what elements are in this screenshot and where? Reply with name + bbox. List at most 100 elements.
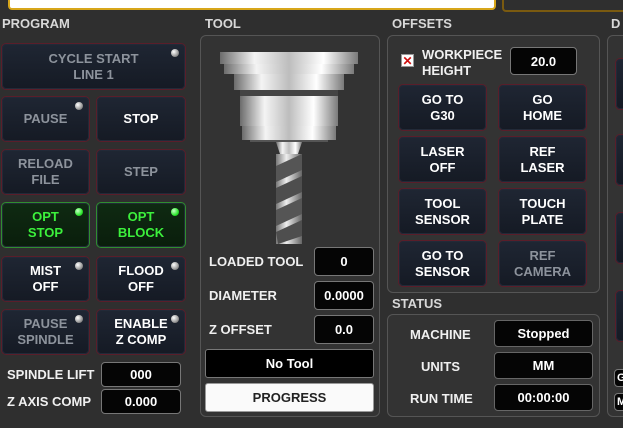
machine-status-value: Stopped	[494, 320, 593, 347]
machine-label: MACHINE	[410, 327, 471, 342]
opt-stop-button[interactable]: OPT STOP	[1, 202, 90, 248]
cycle-start-button[interactable]: CYCLE START LINE 1	[1, 43, 186, 90]
tool-sensor-label-2: SENSOR	[415, 211, 470, 227]
right-button-4[interactable]	[615, 290, 623, 342]
touch-plate-button[interactable]: TOUCH PLATE	[498, 188, 587, 235]
pause-button[interactable]: PAUSE	[1, 96, 90, 142]
end-mill-image	[220, 52, 358, 244]
tool-name-display: No Tool	[205, 349, 374, 378]
mist-led	[75, 262, 83, 270]
ref-camera-label: REF	[529, 247, 556, 263]
go-g30-label: GO TO	[421, 91, 464, 107]
go-to-sensor-button[interactable]: GO TO SENSOR	[398, 240, 487, 287]
reload-label: RELOAD	[18, 156, 73, 171]
right-button-2[interactable]	[615, 134, 623, 186]
pause-label: PAUSE	[23, 111, 68, 126]
opt-stop-led	[75, 208, 83, 216]
reload-label-2: FILE	[31, 172, 60, 187]
stop-label: STOP	[123, 111, 159, 126]
laser-off-button[interactable]: LASER OFF	[398, 136, 487, 183]
tool-sensor-button[interactable]: TOOL SENSOR	[398, 188, 487, 235]
flood-state: OFF	[128, 279, 154, 294]
opt-block-button[interactable]: OPT BLOCK	[96, 202, 186, 248]
pause-led	[75, 102, 83, 110]
step-label: STEP	[124, 164, 158, 179]
mist-label: MIST	[29, 263, 62, 278]
top-right-strip	[502, 0, 623, 12]
go-home-button[interactable]: GO HOME	[498, 84, 587, 131]
workpiece-label-1: WORKPIECE	[422, 47, 503, 62]
enable-zcomp-label-2: Z COMP	[115, 332, 167, 347]
run-time-label: RUN TIME	[410, 391, 473, 406]
units-value: MM	[494, 352, 593, 379]
ref-laser-button[interactable]: REF LASER	[498, 136, 587, 183]
enable-zcomp-led	[171, 315, 179, 323]
pause-spindle-button[interactable]: PAUSE SPINDLE	[1, 309, 90, 355]
ref-laser-label-2: LASER	[520, 159, 565, 175]
pause-spindle-led	[75, 315, 83, 323]
opt-stop-label-2: STOP	[27, 225, 64, 240]
right-m-field: M	[614, 393, 623, 411]
right-button-3[interactable]	[615, 212, 623, 264]
laser-label: LASER	[420, 143, 465, 159]
opt-stop-label: OPT	[32, 209, 59, 224]
z-offset-label: Z OFFSET	[209, 322, 272, 337]
units-label: UNITS	[421, 359, 460, 374]
cycle-start-line: LINE 1	[73, 66, 114, 82]
flood-label: FLOOD	[118, 263, 164, 278]
go-home-label-2: HOME	[523, 107, 562, 123]
go-sensor-label: GO TO	[421, 247, 464, 263]
cycle-start-label: CYCLE START	[48, 50, 139, 66]
workpiece-label-2: HEIGHT	[422, 63, 472, 78]
right-g-field: G	[614, 369, 623, 387]
tool-sensor-label: TOOL	[424, 195, 461, 211]
opt-block-label-2: BLOCK	[117, 225, 165, 240]
spindle-lift-field[interactable]: 000	[101, 362, 181, 387]
workpiece-height-label: WORKPIECE HEIGHT	[422, 47, 502, 79]
run-time-value: 00:00:00	[494, 384, 593, 411]
status-section-title: STATUS	[392, 296, 443, 311]
top-input-strip[interactable]	[8, 0, 496, 10]
reload-file-button[interactable]: RELOAD FILE	[1, 149, 90, 195]
mist-button[interactable]: MIST OFF	[1, 256, 90, 302]
pause-spindle-label-2: SPINDLE	[17, 332, 74, 347]
checkbox-x-icon: ✕	[402, 53, 413, 68]
mist-state: OFF	[32, 279, 59, 294]
right-button-1[interactable]	[615, 58, 623, 110]
flood-button[interactable]: FLOOD OFF	[96, 256, 186, 302]
step-button[interactable]: STEP	[96, 149, 186, 195]
right-section-title: D	[611, 16, 621, 31]
z-offset-field[interactable]: 0.0	[314, 315, 374, 344]
go-sensor-label-2: SENSOR	[415, 263, 470, 279]
enable-zcomp-button[interactable]: ENABLE Z COMP	[96, 309, 186, 355]
offsets-section-title: OFFSETS	[392, 16, 452, 31]
program-section-title: PROGRAM	[2, 16, 70, 31]
diameter-label: DIAMETER	[209, 288, 277, 303]
workpiece-height-checkbox[interactable]: ✕	[401, 54, 414, 67]
laser-state: OFF	[429, 159, 456, 175]
opt-block-label: OPT	[127, 209, 155, 224]
ref-camera-button[interactable]: REF CAMERA	[498, 240, 587, 287]
tool-section-title: TOOL	[205, 16, 241, 31]
progress-bar: PROGRESS	[205, 383, 374, 412]
diameter-field[interactable]: 0.0000	[314, 281, 374, 310]
go-home-label: GO	[532, 91, 553, 107]
ref-laser-label: REF	[529, 143, 556, 159]
loaded-tool-field[interactable]: 0	[314, 247, 374, 276]
pause-spindle-label: PAUSE	[23, 316, 68, 331]
spindle-lift-label: SPINDLE LIFT	[7, 367, 95, 382]
loaded-tool-label: LOADED TOOL	[209, 254, 304, 269]
flood-led	[171, 262, 179, 270]
cycle-start-led	[171, 49, 179, 57]
stop-button[interactable]: STOP	[96, 96, 186, 142]
go-g30-label-2: G30	[430, 107, 455, 123]
opt-block-led	[171, 208, 179, 216]
z-axis-comp-field[interactable]: 0.000	[101, 389, 181, 414]
go-to-g30-button[interactable]: GO TO G30	[398, 84, 487, 131]
touch-plate-label: TOUCH	[519, 195, 566, 211]
ref-camera-label-2: CAMERA	[513, 263, 572, 279]
enable-zcomp-label: ENABLE	[114, 316, 168, 331]
z-axis-comp-label: Z AXIS COMP	[7, 394, 92, 409]
workpiece-height-field[interactable]: 20.0	[510, 47, 577, 75]
touch-plate-label-2: PLATE	[521, 211, 564, 227]
